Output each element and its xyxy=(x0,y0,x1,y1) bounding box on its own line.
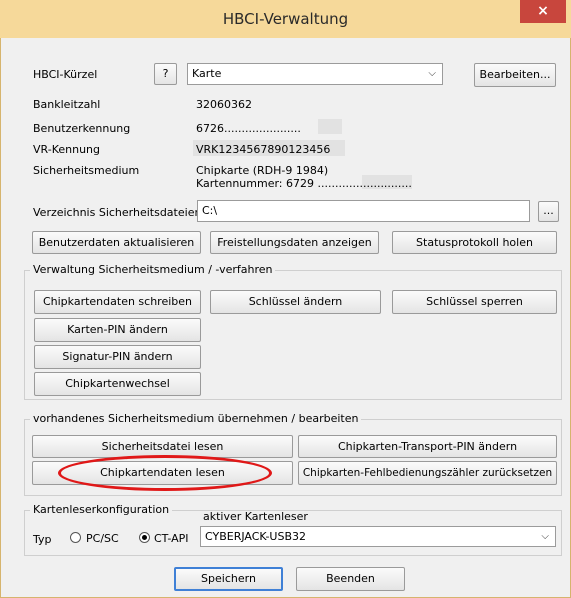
bankleitzahl-value: 32060362 xyxy=(196,98,252,111)
radio-ctapi-label[interactable]: CT-API xyxy=(154,532,189,545)
signatur-pin-aendern-button[interactable]: Signatur-PIN ändern xyxy=(34,345,201,369)
schluessel-aendern-button[interactable]: Schlüssel ändern xyxy=(210,290,381,314)
verzeichnis-label: Verzeichnis Sicherheitsdateien xyxy=(33,206,202,219)
verwaltung-group-title: Verwaltung Sicherheitsmedium / -verfahre… xyxy=(30,263,276,276)
benutzerkennung-label: Benutzerkennung xyxy=(33,122,131,135)
edit-button[interactable]: Bearbeiten... xyxy=(474,63,556,87)
hbci-kuerzel-label: HBCI-Kürzel xyxy=(33,68,98,81)
close-button[interactable]: × xyxy=(520,0,566,23)
karten-pin-aendern-button[interactable]: Karten-PIN ändern xyxy=(34,318,201,342)
statusprotokoll-holen-button[interactable]: Statusprotokoll holen xyxy=(392,231,557,254)
chipkartenwechsel-button[interactable]: Chipkartenwechsel xyxy=(34,372,201,396)
chevron-down-icon: ⌵ xyxy=(541,531,549,542)
benutzerdaten-aktualisieren-button[interactable]: Benutzerdaten aktualisieren xyxy=(32,231,201,254)
window-title: HBCI-Verwaltung xyxy=(222,10,349,28)
uebernehmen-group-title: vorhandenes Sicherheitsmedium übernehmen… xyxy=(30,412,362,425)
hbci-kuerzel-select[interactable]: Karte ⌵ xyxy=(187,63,443,85)
radio-pcsc[interactable] xyxy=(70,532,81,543)
verzeichnis-input[interactable]: C:\ xyxy=(197,200,530,222)
benutzerkennung-value: 6726...................... xyxy=(196,122,301,135)
freistellungsdaten-anzeigen-button[interactable]: Freistellungsdaten anzeigen xyxy=(210,231,379,254)
sicherheitsmedium-line2: Kartennummer: 6729 .....................… xyxy=(196,177,412,190)
chevron-down-icon: ⌵ xyxy=(428,68,436,79)
sicherheitsmedium-line1: Chipkarte (RDH-9 1984) xyxy=(196,164,329,177)
highlight-ellipse xyxy=(58,455,272,491)
radio-selected-dot xyxy=(142,535,147,540)
aktiver-kartenleser-label: aktiver Kartenleser xyxy=(203,510,308,523)
kartenleser-select[interactable]: CYBERJACK-USB32 ⌵ xyxy=(200,526,556,547)
close-dialog-button[interactable]: Beenden xyxy=(296,567,405,591)
help-button[interactable]: ? xyxy=(154,63,177,85)
transport-pin-aendern-button[interactable]: Chipkarten-Transport-PIN ändern xyxy=(298,435,557,458)
radio-pcsc-label[interactable]: PC/SC xyxy=(86,532,119,545)
vr-kennung-label: VR-Kennung xyxy=(33,143,100,156)
redaction-mask xyxy=(318,119,342,134)
browse-button[interactable]: ... xyxy=(538,201,559,222)
save-button[interactable]: Speichern xyxy=(174,567,283,591)
schluessel-sperren-button[interactable]: Schlüssel sperren xyxy=(392,290,557,314)
typ-label: Typ xyxy=(33,533,52,546)
sicherheitsmedium-label: Sicherheitsmedium xyxy=(33,164,140,177)
kartenleser-group-title: Kartenleserkonfiguration xyxy=(30,503,173,516)
kartenleser-value: CYBERJACK-USB32 xyxy=(205,530,307,543)
hbci-kuerzel-value: Karte xyxy=(192,67,222,80)
chipkartendaten-schreiben-button[interactable]: Chipkartendaten schreiben xyxy=(34,290,201,314)
vr-kennung-value: VRK1234567890123456 xyxy=(196,143,331,156)
bankleitzahl-label: Bankleitzahl xyxy=(33,98,101,111)
radio-ctapi[interactable] xyxy=(139,532,150,543)
fehlbedienungszaehler-zuruecksetzen-button[interactable]: Chipkarten-Fehlbedienungszähler zurückse… xyxy=(298,461,557,485)
